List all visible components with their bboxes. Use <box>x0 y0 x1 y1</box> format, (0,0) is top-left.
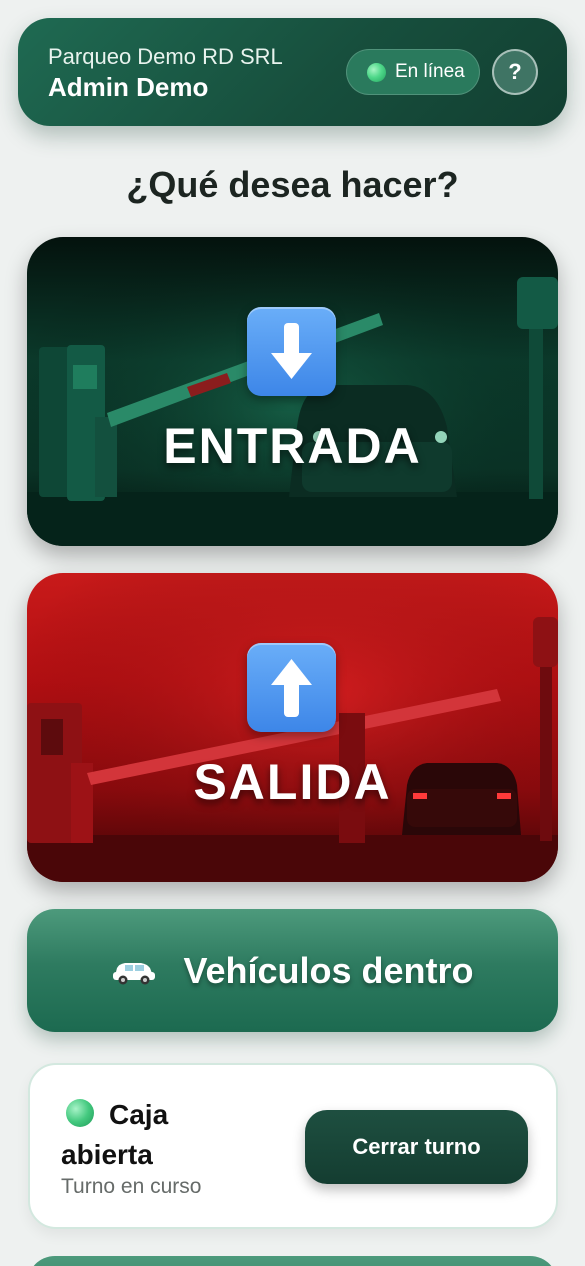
cash-status-title: Caja abierta <box>61 1099 169 1170</box>
salida-button[interactable]: SALIDA <box>27 573 558 882</box>
arrow-down-icon <box>247 307 336 396</box>
vehicles-inside-button[interactable]: Vehículos dentro <box>27 909 558 1032</box>
cash-register-card: Caja abierta Turno en curso Cerrar turno <box>28 1063 558 1229</box>
online-status-dot-icon <box>367 62 386 82</box>
salida-label: SALIDA <box>193 754 392 810</box>
close-shift-button[interactable]: Cerrar turno <box>305 1110 528 1184</box>
company-name: Parqueo Demo RD SRL <box>48 44 283 69</box>
vehicles-inside-label: Vehículos dentro <box>183 949 474 991</box>
entrada-button[interactable]: ENTRADA <box>27 237 558 546</box>
arrow-up-icon <box>247 643 336 732</box>
page-title: ¿Qué desea hacer? <box>126 164 459 205</box>
connection-status-badge: En línea <box>346 49 480 95</box>
app-header: Parqueo Demo RD SRL Admin Demo En línea … <box>18 18 567 126</box>
shift-status-text: Turno en curso <box>61 1175 202 1198</box>
entrada-label: ENTRADA <box>163 418 422 474</box>
next-action-card[interactable] <box>27 1256 558 1266</box>
help-button[interactable]: ? <box>492 49 538 95</box>
user-name: Admin Demo <box>48 72 209 102</box>
car-icon <box>113 962 156 984</box>
connection-status-label: En línea <box>395 61 465 82</box>
